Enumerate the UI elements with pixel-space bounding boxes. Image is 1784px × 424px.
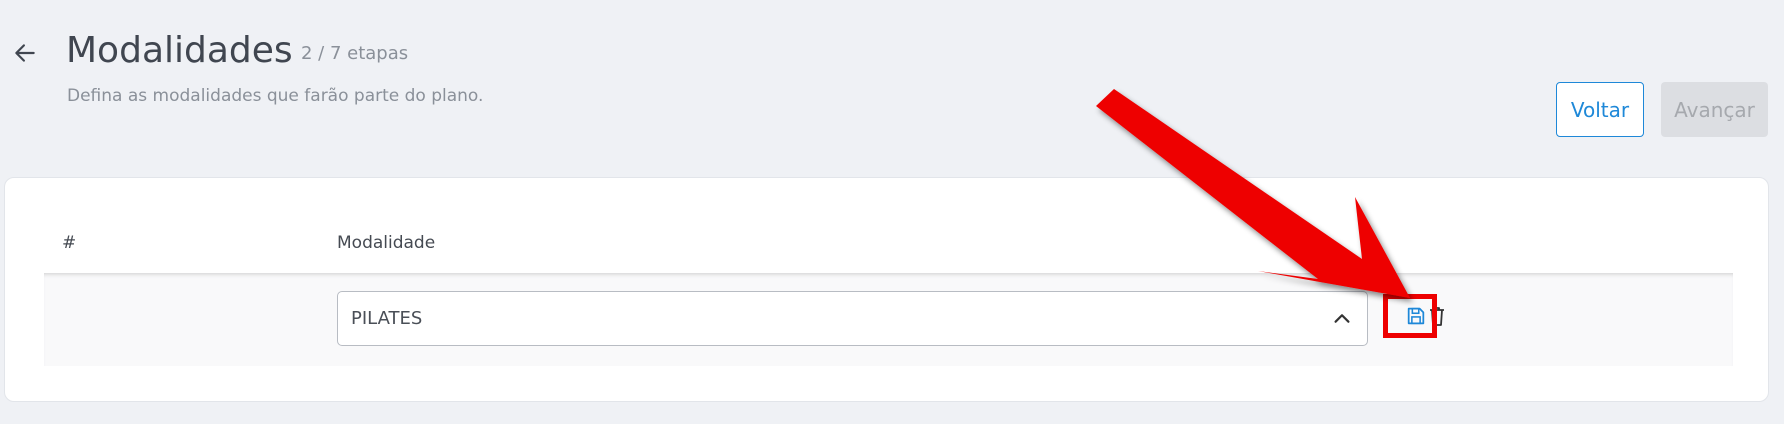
page-title: Modalidades	[66, 30, 293, 71]
step-indicator: 2 / 7 etapas	[301, 43, 409, 64]
modalidade-select-value: PILATES	[351, 308, 423, 329]
column-header-index: #	[62, 233, 77, 253]
page-subtitle: Defina as modalidades que farão parte do…	[67, 86, 484, 106]
back-button[interactable]	[10, 38, 40, 68]
column-header-modalidade: Modalidade	[337, 233, 436, 253]
arrow-left-icon	[15, 44, 35, 62]
annotation-highlight-box	[1383, 294, 1437, 338]
chevron-up-icon	[1334, 314, 1350, 323]
modalidades-card: # Modalidade PILATES	[4, 177, 1769, 402]
voltar-button[interactable]: Voltar	[1556, 82, 1644, 137]
table-row: PILATES	[44, 273, 1733, 366]
avancar-button[interactable]: Avançar	[1661, 82, 1768, 137]
modalidade-select[interactable]: PILATES	[337, 291, 1368, 346]
